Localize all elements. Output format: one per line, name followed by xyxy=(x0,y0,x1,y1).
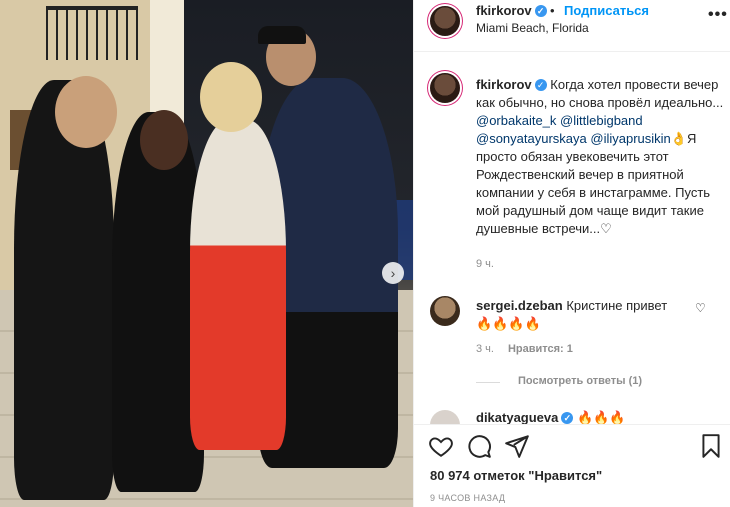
share-icon[interactable] xyxy=(504,433,530,459)
comment-2: dikatyagueva ✓ 🔥🔥🔥 xyxy=(476,410,626,424)
action-bar: 80 974 отметок "Нравится" 9 ЧАСОВ НАЗАД xyxy=(414,424,730,507)
verified-icon: ✓ xyxy=(561,412,574,424)
view-replies-link[interactable]: Посмотреть ответы (1) xyxy=(518,375,642,387)
post-header: fkirkorov ✓ • Подписаться Miami Beach, Fl… xyxy=(414,0,730,52)
verified-icon: ✓ xyxy=(534,79,547,91)
commenter-avatar[interactable] xyxy=(430,296,460,326)
post-timestamp[interactable]: 9 ЧАСОВ НАЗАД xyxy=(430,493,505,503)
comment: sergei.dzeban Кристине привет 🔥🔥🔥🔥 xyxy=(476,297,696,333)
next-photo-button[interactable]: › xyxy=(382,262,404,284)
comment-2-username[interactable]: dikatyagueva xyxy=(476,410,558,424)
like-heart-icon[interactable] xyxy=(428,433,454,459)
post-photo[interactable]: › xyxy=(0,0,413,507)
likes-count[interactable]: 80 974 отметок "Нравится" xyxy=(430,468,602,483)
separator-dot: • xyxy=(550,3,555,18)
comment-emojis: 🔥🔥🔥🔥 xyxy=(476,316,541,331)
mention-iliyaprusikin[interactable]: @iliyaprusikin xyxy=(590,131,670,146)
comment-time: 3 ч. xyxy=(476,343,494,355)
photo-cap xyxy=(258,26,306,44)
location-link[interactable]: Miami Beach, Florida xyxy=(476,21,589,35)
photo-person-3 xyxy=(190,120,286,450)
mention-littlebigband[interactable]: @littlebigband xyxy=(560,113,643,128)
author-avatar[interactable] xyxy=(430,6,460,36)
caption-username[interactable]: fkirkorov xyxy=(476,77,532,92)
comment-2-emojis: 🔥🔥🔥 xyxy=(577,410,626,424)
caption-avatar[interactable] xyxy=(430,73,460,103)
caption-text-2: Я просто обязан увековечить этот Рождест… xyxy=(476,131,711,236)
save-bookmark-icon[interactable] xyxy=(698,433,724,459)
author-username-row: fkirkorov ✓ xyxy=(476,3,547,18)
ok-hand-emoji: 👌 xyxy=(670,131,687,146)
comment-text: Кристине привет xyxy=(566,298,668,313)
photo-balcony xyxy=(46,6,138,60)
mention-orbakaite[interactable]: @orbakaite_k xyxy=(476,113,556,128)
comment-meta: 3 ч. Нравится: 1 xyxy=(476,343,573,355)
follow-button[interactable]: Подписаться xyxy=(564,3,649,18)
photo-person-2-head xyxy=(140,110,188,170)
photo-person-3-head xyxy=(200,62,262,132)
comment-icon[interactable] xyxy=(466,433,492,459)
comment-username[interactable]: sergei.dzeban xyxy=(476,298,563,313)
photo-person-1-head xyxy=(55,76,117,148)
post-panel: fkirkorov ✓ • Подписаться Miami Beach, Fl… xyxy=(413,0,730,507)
comment-likes[interactable]: Нравится: 1 xyxy=(508,343,573,355)
author-username[interactable]: fkirkorov xyxy=(476,3,532,18)
more-options-icon[interactable]: ••• xyxy=(708,6,728,24)
post-caption: fkirkorov ✓ Когда хотел провести вечер ка… xyxy=(476,76,724,238)
mention-sonyatayurskaya[interactable]: @sonyatayurskaya xyxy=(476,131,587,146)
verified-icon: ✓ xyxy=(534,5,547,17)
caption-time: 9 ч. xyxy=(476,258,494,270)
comment-like-icon[interactable]: ♡ xyxy=(695,301,706,315)
replies-divider xyxy=(476,382,500,383)
heart-emoji: ♡ xyxy=(600,221,612,236)
